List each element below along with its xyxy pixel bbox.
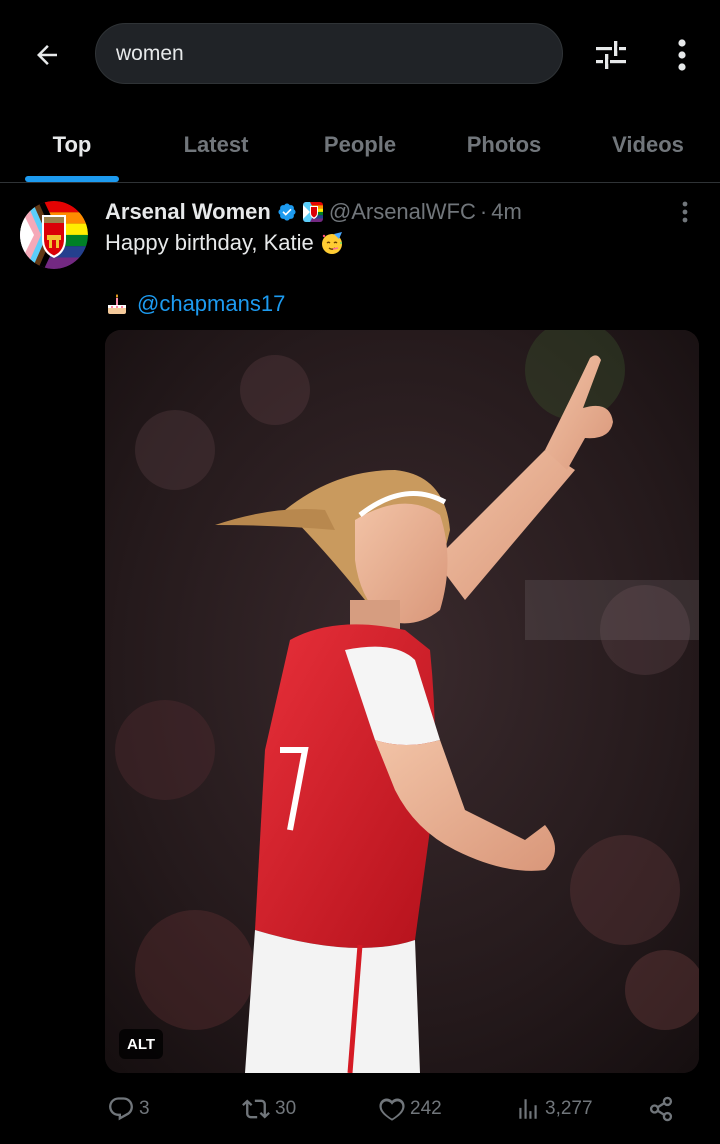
- overflow-menu-button[interactable]: [660, 30, 704, 80]
- tweet[interactable]: Arsenal Women @ArsenalWFC · 4m Happy bir…: [0, 183, 720, 1144]
- reply-button[interactable]: 3: [107, 1091, 150, 1127]
- top-bar: [0, 0, 720, 108]
- tweet-mention-line: @chapmans17: [105, 290, 285, 318]
- author-name[interactable]: Arsenal Women: [105, 199, 271, 225]
- reply-count: 3: [139, 1098, 150, 1119]
- more-vertical-icon: [682, 201, 688, 223]
- search-box[interactable]: [95, 23, 563, 84]
- like-button[interactable]: 242: [378, 1091, 442, 1127]
- tab-top[interactable]: Top: [0, 108, 144, 182]
- sliders-icon: [596, 41, 626, 69]
- tab-videos[interactable]: Videos: [576, 108, 720, 182]
- tweet-photo[interactable]: ALT: [105, 330, 699, 1073]
- reply-icon: [109, 1097, 133, 1121]
- search-filter-button[interactable]: [586, 30, 636, 80]
- tweet-timestamp[interactable]: 4m: [491, 199, 522, 225]
- birthday-cake-icon: [105, 292, 129, 316]
- repost-button[interactable]: 30: [241, 1091, 296, 1127]
- like-count: 242: [410, 1098, 442, 1119]
- tweet-text-line: Happy birthday, Katie: [105, 230, 314, 255]
- views-count: 3,277: [545, 1098, 593, 1119]
- active-tab-indicator: [25, 176, 119, 182]
- arrow-left-icon: [37, 45, 57, 65]
- tab-people[interactable]: People: [288, 108, 432, 182]
- tweet-header: Arsenal Women @ArsenalWFC · 4m: [105, 197, 522, 227]
- back-button[interactable]: [22, 30, 72, 80]
- repost-count: 30: [275, 1098, 297, 1119]
- alt-text-button[interactable]: ALT: [119, 1029, 164, 1059]
- tweet-actions: 3 30 242 3,277: [105, 1091, 699, 1127]
- repost-icon: [242, 1099, 270, 1119]
- tab-photos[interactable]: Photos: [432, 108, 576, 182]
- search-input[interactable]: [116, 41, 562, 66]
- share-button[interactable]: [647, 1091, 679, 1127]
- verified-badge-icon: [277, 202, 297, 222]
- tweet-more-button[interactable]: [670, 197, 700, 227]
- avatar[interactable]: [20, 201, 88, 269]
- views-button[interactable]: 3,277: [515, 1091, 593, 1127]
- author-handle[interactable]: @ArsenalWFC: [329, 199, 476, 225]
- tweet-text: Happy birthday, Katie: [105, 229, 344, 257]
- tab-latest[interactable]: Latest: [144, 108, 288, 182]
- search-tabs: Top Latest People Photos Videos: [0, 108, 720, 183]
- more-vertical-icon: [678, 39, 686, 71]
- mention-link[interactable]: @chapmans17: [137, 291, 285, 317]
- heart-icon: [379, 1098, 405, 1121]
- views-icon: [519, 1099, 537, 1119]
- affiliate-badge-icon[interactable]: [302, 202, 323, 222]
- partying-face-icon: [320, 231, 344, 255]
- share-icon: [649, 1096, 673, 1122]
- separator-dot: ·: [479, 199, 488, 224]
